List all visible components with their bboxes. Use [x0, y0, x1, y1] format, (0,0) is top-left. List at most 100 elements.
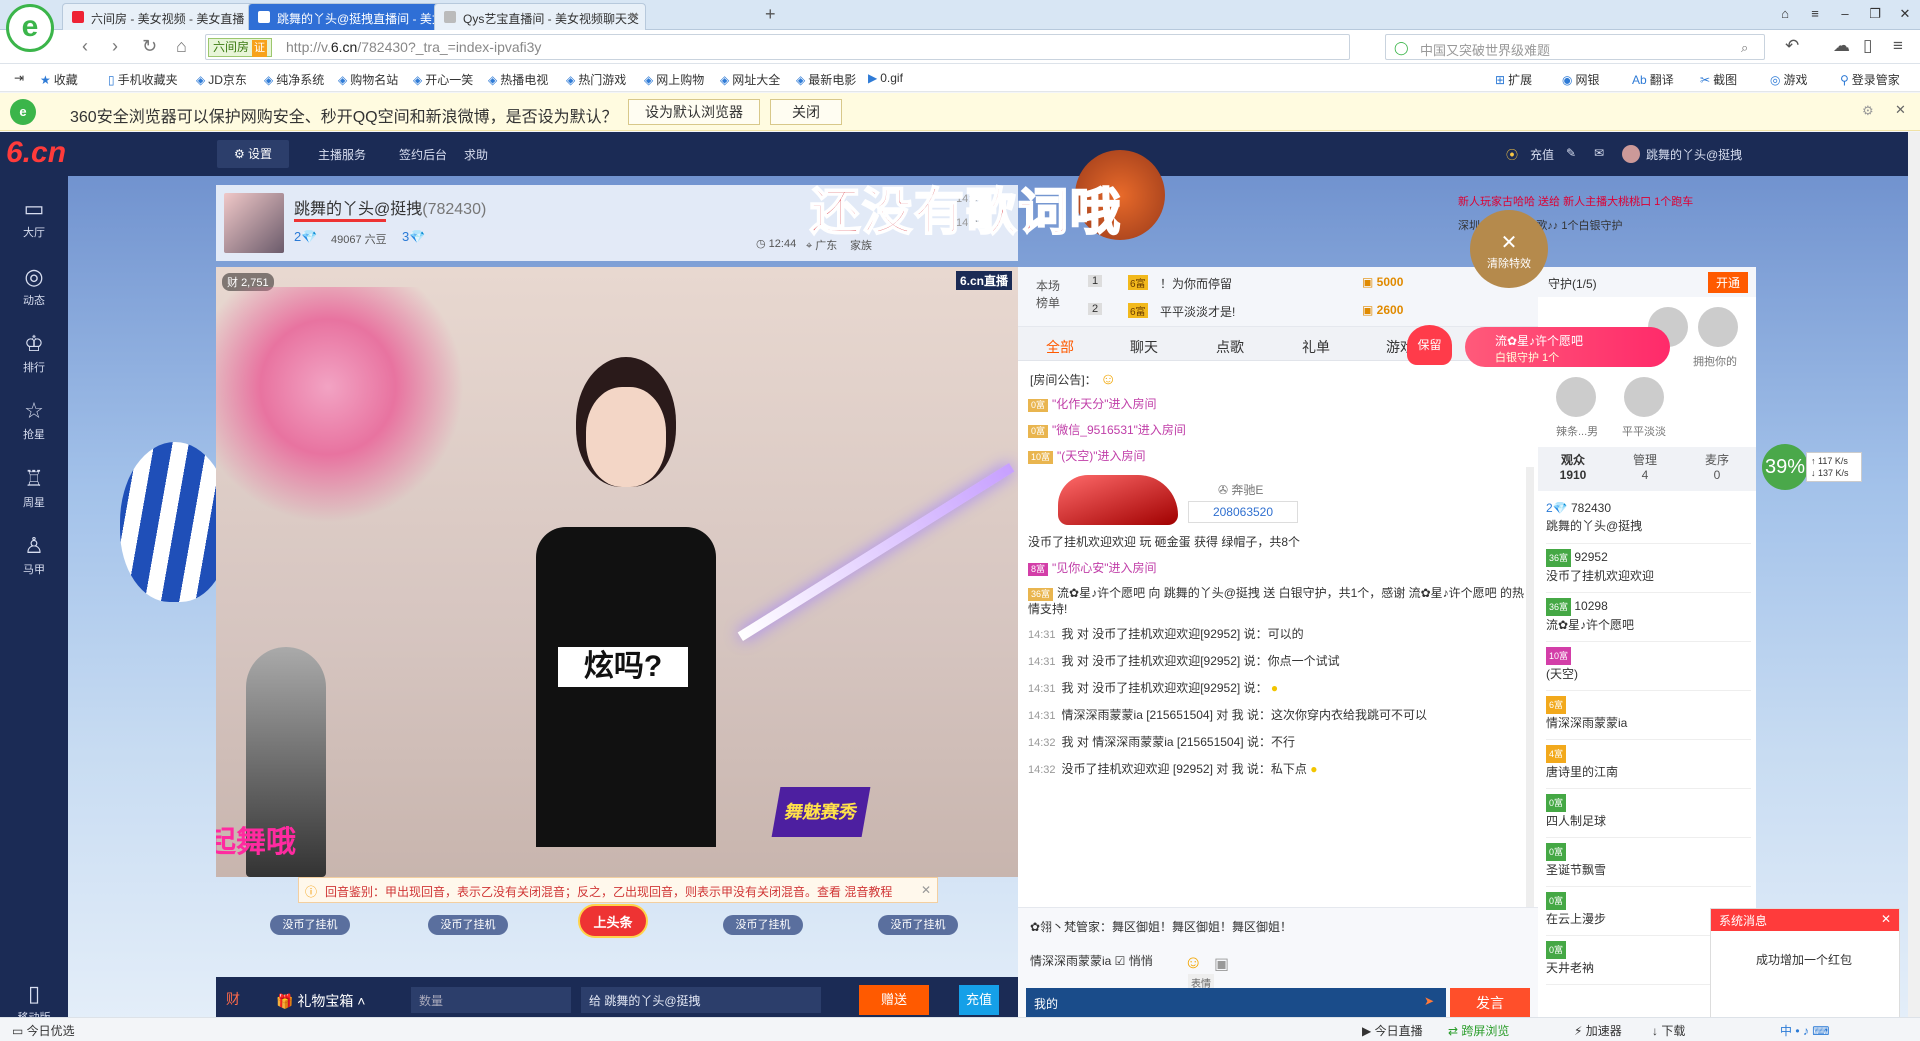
fav-item[interactable]: ◈ 网址大全	[720, 71, 780, 88]
fav-item[interactable]: ◈ 开心一笑	[413, 71, 473, 88]
close-icon[interactable]: ✕	[628, 9, 639, 25]
seat-badge[interactable]: 没币了挂机	[270, 915, 350, 935]
fav-right-item[interactable]: ⊞ 扩展	[1495, 71, 1532, 88]
viewer-row[interactable]: 0富 圣诞节飘雪	[1546, 838, 1751, 887]
recharge-button[interactable]: 充值	[959, 985, 999, 1015]
close-icon[interactable]: ✕	[1895, 102, 1906, 118]
close-icon[interactable]: ✕	[921, 883, 931, 897]
skin-icon[interactable]: ⌂	[1770, 0, 1800, 28]
nav-mobile[interactable]: ▯移动版	[0, 981, 68, 1022]
back-icon[interactable]: ‹	[82, 36, 88, 57]
viewer-row[interactable]: 0富 四人制足球	[1546, 789, 1751, 838]
fav-item[interactable]: ◈ 购物名站	[338, 71, 398, 88]
anchor-avatar[interactable]	[224, 193, 284, 253]
browser-tab-active[interactable]: 跳舞的丫头@挺拽直播间 - 美女视 ✕	[248, 3, 460, 30]
viewer-row[interactable]: 36富 10298 流✿星♪许个愿吧	[1546, 593, 1751, 642]
browser-tab[interactable]: Qys艺宝直播间 - 美女视频聊天交 ✕	[434, 3, 646, 30]
seat-badge[interactable]: 没币了挂机	[428, 915, 508, 935]
today-pick[interactable]: ▭ 今日优选	[12, 1022, 75, 1039]
menu-icon[interactable]: ≡	[1893, 36, 1903, 56]
browser-tab[interactable]: 六间房 - 美女视频 - 美女直播 - ✕	[62, 3, 274, 30]
tab-viewers[interactable]: 观众 1910	[1538, 453, 1608, 483]
seat-badge[interactable]: 没币了挂机	[878, 915, 958, 935]
fav-right-item[interactable]: ◎ 游戏	[1770, 71, 1808, 88]
viewer-row[interactable]: 2💎 782430 跳舞的丫头@挺拽	[1546, 495, 1751, 544]
status-download[interactable]: ↓ 下载	[1652, 1022, 1685, 1039]
status-live[interactable]: ▶ 今日直播	[1362, 1022, 1423, 1039]
site-logo[interactable]: 6.cn	[6, 136, 66, 170]
nav-star[interactable]: ☆ 抢星	[0, 398, 68, 442]
image-icon[interactable]: ▣	[1214, 954, 1229, 974]
gift-box-toggle[interactable]: 🎁 礼物宝箱 ˄	[276, 991, 365, 1011]
ime-icon[interactable]: 中 • ♪ ⌨	[1780, 1022, 1830, 1039]
search-input[interactable]: ◯ 中国又突破世界级难题 ⌕	[1385, 34, 1765, 60]
keep-heart-button[interactable]: 保留	[1407, 325, 1452, 365]
close-window-icon[interactable]: ✕	[1890, 0, 1920, 28]
clear-effects-button[interactable]: ✕ 清除特效	[1470, 210, 1548, 288]
fav-item[interactable]: ◈ 纯净系统	[264, 71, 324, 88]
edit-icon[interactable]: ✎	[1566, 146, 1576, 160]
fav-right-item[interactable]: Ab 翻译	[1632, 71, 1674, 88]
mobile-icon[interactable]: ▯	[1863, 36, 1872, 56]
network-speed-widget[interactable]: 39% ↑ 117 K/s ↓ 137 K/s	[1762, 442, 1862, 492]
favbar-toggle-icon[interactable]: ⇥	[14, 71, 24, 85]
tab-chat[interactable]: 聊天	[1130, 337, 1158, 357]
fav-item[interactable]: ◈ 热播电视	[488, 71, 548, 88]
fav-item[interactable]: ◈ 热门游戏	[566, 71, 626, 88]
nav-dynamic[interactable]: ◎ 动态	[0, 264, 68, 308]
rank-row[interactable]: 1 6富 ！为你而停留 ▣ 5000	[1088, 271, 1468, 293]
status-accelerator[interactable]: ⚡ 加速器	[1574, 1022, 1622, 1039]
video-player[interactable]: 财 2,751 6.cn直播 炫吗? 舞魅赛秀 起舞哦	[216, 267, 1018, 877]
anchor-service-link[interactable]: 主播服务	[318, 146, 366, 163]
headline-button[interactable]: 上头条	[578, 904, 648, 938]
fav-item[interactable]: ◈ 最新电影	[796, 71, 856, 88]
quantity-input[interactable]: 数量	[411, 987, 571, 1013]
minimize-icon[interactable]: –	[1830, 0, 1860, 28]
send-message-button[interactable]: 发言	[1450, 988, 1530, 1018]
site-identity-tag[interactable]: 六间房证	[208, 38, 273, 57]
nav-rank[interactable]: ♔ 排行	[0, 331, 68, 375]
recipient-select[interactable]: 给 跳舞的丫头@挺拽	[581, 987, 821, 1013]
maximize-icon[interactable]: ❐	[1860, 0, 1890, 28]
gear-icon[interactable]: ⚙	[1862, 103, 1874, 119]
tab-all[interactable]: 全部	[1046, 337, 1074, 357]
close-icon[interactable]: ✕	[1881, 912, 1891, 926]
chat-target-select[interactable]: 情深深雨蒙蒙ia ☑ 悄悄	[1030, 952, 1153, 969]
home-icon[interactable]: ⌂	[176, 36, 187, 57]
fav-item[interactable]: ▶ 0.gif	[868, 71, 903, 85]
help-link[interactable]: 求助	[464, 146, 488, 163]
guard-avatar[interactable]	[1624, 377, 1664, 417]
guard-avatar[interactable]	[1556, 377, 1596, 417]
chat-scrollbar[interactable]	[1526, 467, 1534, 907]
fav-item[interactable]: ★ 收藏	[40, 71, 78, 88]
nav-vest[interactable]: ♙ 马甲	[0, 533, 68, 577]
user-avatar[interactable]	[1622, 145, 1640, 163]
open-guard-button[interactable]: 开通	[1707, 272, 1748, 293]
tab-song[interactable]: 点歌	[1216, 337, 1244, 357]
menu-icon[interactable]: ≡	[1800, 0, 1830, 28]
fav-right-item[interactable]: ⚲ 登录管家	[1840, 71, 1900, 88]
fav-item[interactable]: ◈ 网上购物	[644, 71, 704, 88]
viewer-row[interactable]: 6富 情深深雨蒙蒙ia	[1546, 691, 1751, 740]
tab-gift-list[interactable]: 礼单	[1302, 337, 1330, 357]
page-scrollbar[interactable]	[1908, 132, 1920, 1022]
viewer-row[interactable]: 36富 92952 没币了挂机欢迎欢迎	[1546, 544, 1751, 593]
forward-icon[interactable]: ›	[112, 36, 118, 57]
nav-weekstar[interactable]: ♖ 周星	[0, 466, 68, 510]
user-name[interactable]: 跳舞的丫头@挺拽	[1646, 146, 1742, 163]
guard-avatar[interactable]	[1698, 307, 1738, 347]
undo-icon[interactable]: ↶	[1785, 36, 1799, 56]
mail-icon[interactable]: ✉	[1594, 146, 1604, 160]
set-default-button[interactable]: 设为默认浏览器	[628, 99, 760, 125]
settings-button[interactable]: ⚙ 设置	[217, 140, 289, 168]
browser-logo[interactable]: e	[6, 4, 54, 52]
status-crossscreen[interactable]: ⇄ 跨屏浏览	[1448, 1022, 1509, 1039]
viewer-row[interactable]: 10富 (天空)	[1546, 642, 1751, 691]
notice-close-button[interactable]: 关闭	[770, 99, 842, 125]
rank-row[interactable]: 2 6富 平平淡淡才是! ▣ 2600	[1088, 299, 1468, 321]
fav-item[interactable]: ◈ JD京东	[196, 71, 247, 88]
chat-input[interactable]: 我的 ➤	[1026, 988, 1446, 1018]
viewer-row[interactable]: 4富 唐诗里的江南	[1546, 740, 1751, 789]
fav-right-item[interactable]: ✂ 截图	[1700, 71, 1737, 88]
contract-backend-link[interactable]: 签约后台	[399, 146, 447, 163]
